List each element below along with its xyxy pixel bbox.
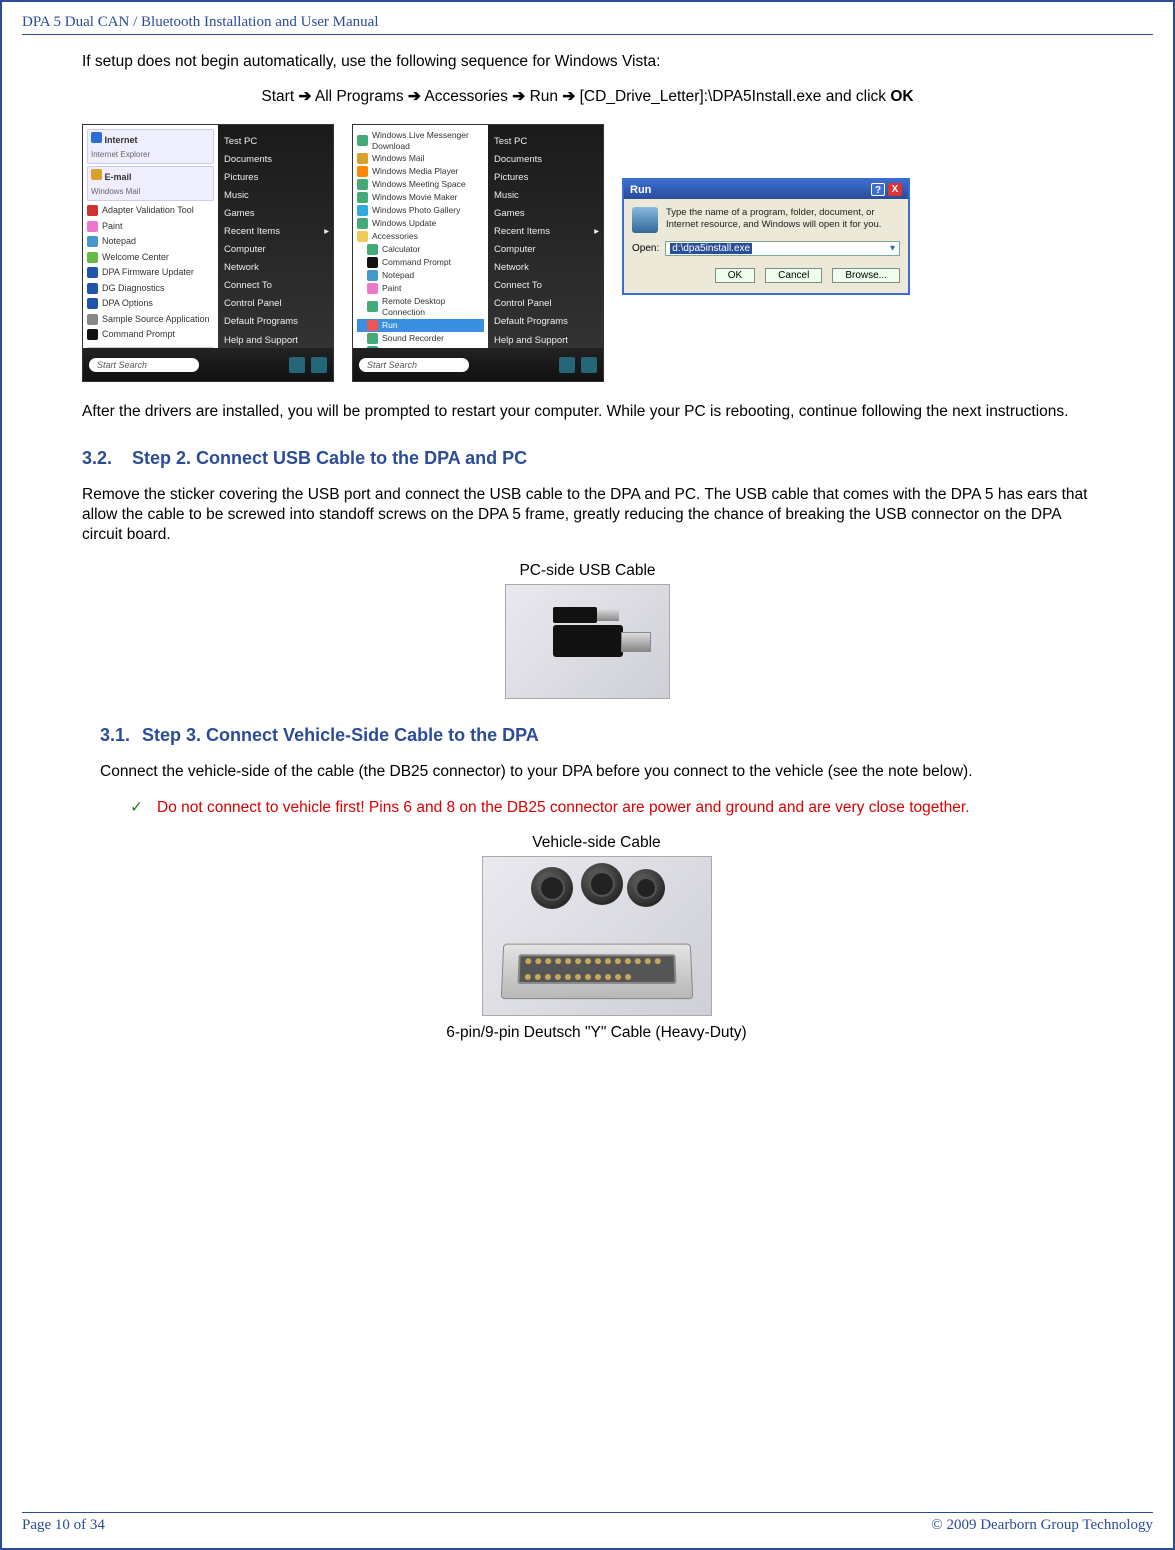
step-path: [CD_Drive_Letter]:\DPA5Install.exe and c…: [580, 88, 891, 105]
screenshot-run-dialog: Run ? X Type the name of a program, fold…: [622, 178, 910, 295]
ok-button[interactable]: OK: [715, 268, 755, 283]
help-icon[interactable]: ?: [871, 183, 885, 196]
cancel-button[interactable]: Cancel: [765, 268, 822, 283]
vehicle-cable-image: [482, 856, 712, 1016]
arrow-icon: ➔: [562, 88, 575, 105]
search-input[interactable]: Start Search: [89, 358, 199, 372]
section-3-1-heading: 3.1. Step 3. Connect Vehicle-Side Cable …: [100, 725, 1093, 746]
vehicle-cable-caption: Vehicle-side Cable: [100, 834, 1093, 852]
arrow-icon: ➔: [298, 88, 311, 105]
page-footer: Page 10 of 34 © 2009 Dearborn Group Tech…: [22, 1512, 1153, 1534]
browse-button[interactable]: Browse...: [832, 268, 900, 283]
search-input[interactable]: Start Search: [359, 358, 469, 372]
step-start: Start: [261, 88, 298, 105]
screenshot-all-programs: Windows Live Messenger Download Windows …: [352, 124, 604, 382]
chevron-down-icon[interactable]: ▾: [890, 243, 895, 254]
step-accessories: Accessories: [424, 88, 508, 105]
step-allprograms: All Programs: [315, 88, 404, 105]
intro-text: If setup does not begin automatically, u…: [82, 53, 1093, 71]
section-3-2-heading: 3.2. Step 2. Connect USB Cable to the DP…: [82, 448, 1093, 469]
step-ok: OK: [890, 88, 913, 105]
copyright: © 2009 Dearborn Group Technology: [931, 1517, 1153, 1534]
screenshot-start-menu: InternetInternet Explorer E-mailWindows …: [82, 124, 334, 382]
open-combo[interactable]: d:\dpa5install.exe ▾: [665, 241, 900, 256]
usb-cable-caption: PC-side USB Cable: [82, 562, 1093, 580]
page-number: Page 10 of 34: [22, 1517, 105, 1534]
open-label: Open:: [632, 243, 659, 254]
after-drivers-text: After the drivers are installed, you wil…: [82, 402, 1093, 422]
check-icon: ✓: [130, 798, 143, 818]
usb-cable-image: [505, 584, 670, 699]
run-title: Run: [630, 184, 651, 196]
section-3-2-text: Remove the sticker covering the USB port…: [82, 485, 1093, 545]
arrow-icon: ➔: [512, 88, 525, 105]
close-icon[interactable]: X: [888, 183, 902, 196]
run-steps-line: Start ➔ All Programs ➔ Accessories ➔ Run…: [82, 87, 1093, 106]
deutsch-cable-caption: 6-pin/9-pin Deutsch "Y" Cable (Heavy-Dut…: [100, 1024, 1093, 1042]
arrow-icon: ➔: [408, 88, 421, 105]
section-3-1-text: Connect the vehicle-side of the cable (t…: [100, 762, 1093, 782]
page-header: DPA 5 Dual CAN / Bluetooth Installation …: [22, 14, 1153, 35]
run-desc: Type the name of a program, folder, docu…: [666, 207, 900, 233]
step-run: Run: [530, 88, 558, 105]
warning-line: ✓ Do not connect to vehicle first! Pins …: [100, 798, 1093, 818]
run-icon: [632, 207, 658, 233]
